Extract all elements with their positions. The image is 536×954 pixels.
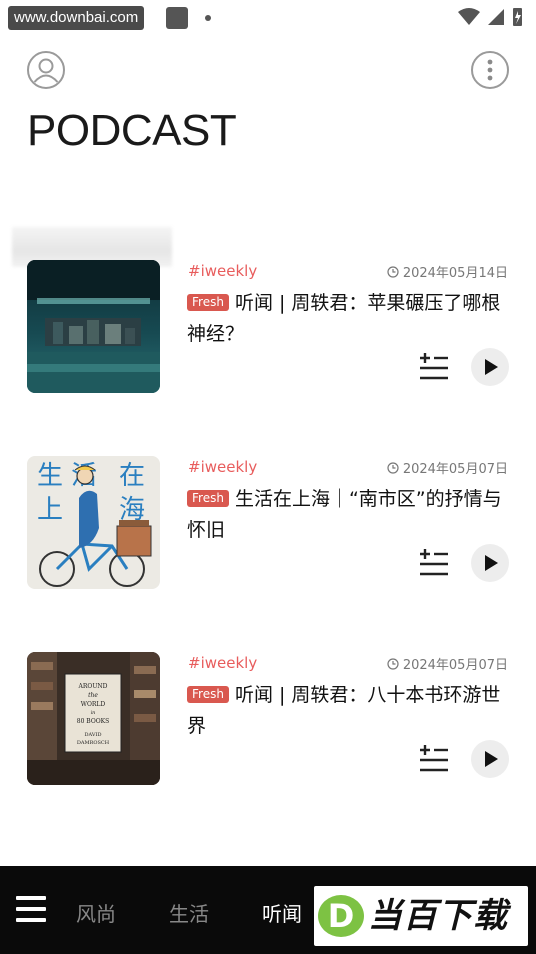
play-icon	[485, 751, 498, 767]
episode-date-text: 2024年05月14日	[402, 266, 508, 281]
episode-title[interactable]: Fresh 听闻 | 周轶君：苹果碾压了哪根神经？	[187, 288, 512, 350]
watermark-url: www.downbai.com	[8, 6, 145, 30]
episode-card[interactable]: 生 活 在 上 海 #iweekly 2024年05月07日 Fresh生活在上…	[0, 456, 536, 596]
episode-date-text: 2024年05月07日	[402, 658, 508, 673]
play-icon	[485, 359, 498, 375]
episode-title[interactable]: Fresh 听闻 | 周轶君：八十本书环游世界	[187, 680, 512, 742]
cover-text: in	[91, 710, 96, 716]
episode-title-text[interactable]: 听闻 | 周轶君：苹果碾压了哪根神经？	[187, 292, 500, 345]
cover-char: 上	[37, 495, 63, 525]
clock-icon	[387, 658, 399, 670]
more-vertical-icon	[471, 51, 509, 89]
play-button[interactable]	[471, 348, 509, 386]
episode-date: 2024年05月07日	[387, 654, 508, 673]
cover-text: 80 BOOKS	[77, 718, 110, 725]
add-to-playlist-button[interactable]	[418, 744, 450, 774]
fresh-badge: Fresh	[187, 490, 229, 507]
playlist-add-icon	[420, 745, 448, 772]
fresh-badge: Fresh	[187, 686, 229, 703]
cover-text: WORLD	[81, 701, 106, 708]
add-to-playlist-button[interactable]	[418, 352, 450, 382]
cover-text: the	[88, 692, 98, 699]
episode-card[interactable]: AROUND the WORLD in 80 BOOKS DAVID DAMRO…	[0, 652, 536, 792]
episode-title[interactable]: Fresh 生活在上海｜“南市区”的抒情与怀旧	[187, 484, 512, 546]
fresh-badge: Fresh	[187, 294, 229, 311]
status-bar: www.downbai.com	[0, 0, 536, 34]
notification-icon	[166, 7, 188, 29]
playlist-add-icon	[420, 353, 448, 380]
clock-icon	[387, 266, 399, 278]
cover-text: AROUND	[78, 683, 108, 690]
episode-title-text[interactable]: 生活在上海｜“南市区”的抒情与怀旧	[187, 488, 502, 541]
cover-text: DAMROSCH	[77, 740, 110, 746]
add-to-playlist-button[interactable]	[418, 548, 450, 578]
wifi-icon	[458, 8, 480, 25]
episode-tag[interactable]: #iweekly	[188, 262, 257, 280]
play-button[interactable]	[471, 740, 509, 778]
tab-listen[interactable]: 听闻	[262, 898, 302, 927]
play-icon	[485, 555, 498, 571]
episode-date: 2024年05月14日	[387, 262, 508, 281]
cover-char: 在	[119, 461, 145, 491]
notification-dot-icon	[205, 15, 211, 21]
logo-text: 当百下载	[368, 896, 508, 936]
episode-tag[interactable]: #iweekly	[188, 654, 257, 672]
logo-mark: D	[318, 895, 364, 937]
signal-icon	[488, 9, 504, 25]
episode-cover-image[interactable]: AROUND the WORLD in 80 BOOKS DAVID DAMRO…	[27, 652, 160, 785]
bottom-navigation: 风尚 生活 听闻 D 当百下载	[0, 866, 536, 954]
watermark-logo: D 当百下载	[314, 886, 528, 946]
user-icon	[27, 51, 65, 89]
cover-text: DAVID	[85, 732, 102, 738]
play-button[interactable]	[471, 544, 509, 582]
tab-life[interactable]: 生活	[169, 898, 209, 927]
episode-title-text[interactable]: 听闻 | 周轶君：八十本书环游世界	[187, 684, 500, 737]
episode-cover-image[interactable]: 生 活 在 上 海	[27, 456, 160, 589]
clock-icon	[387, 462, 399, 474]
tab-fashion[interactable]: 风尚	[76, 898, 116, 927]
playlist-add-icon	[420, 549, 448, 576]
page-title: PODCAST	[27, 106, 237, 155]
episode-tag[interactable]: #iweekly	[188, 458, 257, 476]
episode-date: 2024年05月07日	[387, 458, 508, 477]
hamburger-menu-icon[interactable]	[16, 896, 46, 922]
user-profile-button[interactable]	[26, 50, 66, 90]
episode-cover-image[interactable]	[27, 260, 160, 393]
system-icons	[456, 6, 526, 28]
episode-card[interactable]: #iweekly 2024年05月14日 Fresh 听闻 | 周轶君：苹果碾压了…	[0, 260, 536, 400]
more-options-button[interactable]	[470, 50, 510, 90]
cover-char: 生	[37, 461, 63, 491]
episode-date-text: 2024年05月07日	[402, 462, 508, 477]
